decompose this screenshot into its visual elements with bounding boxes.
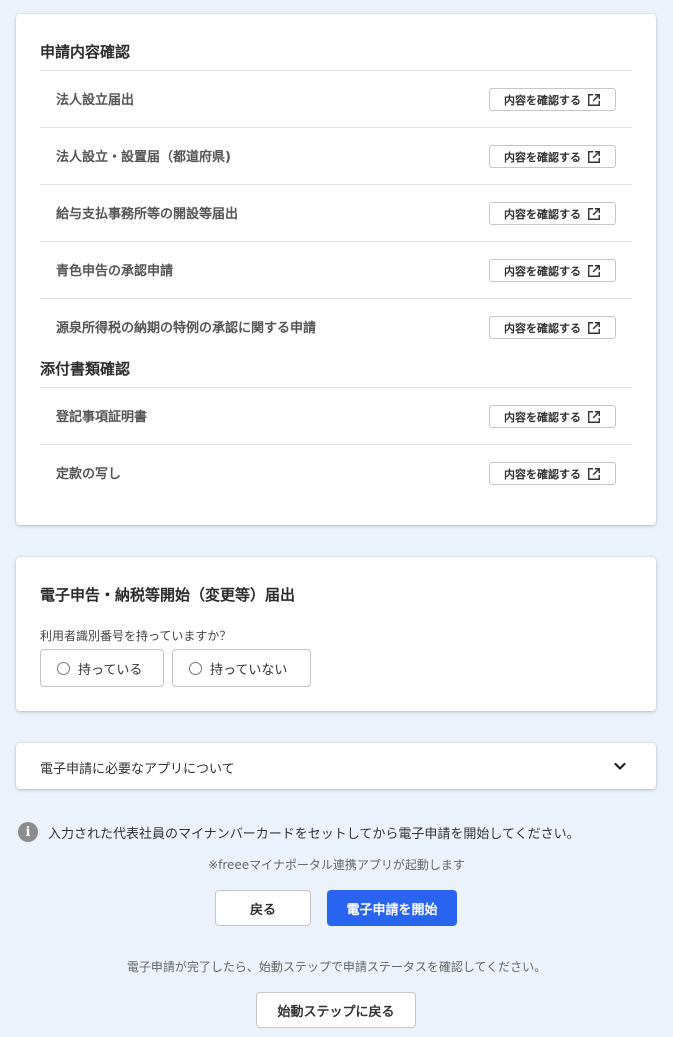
external-link-icon: [588, 321, 600, 334]
attachment-name: 登記事項証明書: [56, 410, 148, 425]
radio-label-no: 持っていない: [210, 662, 288, 678]
external-link-icon: [588, 467, 600, 480]
external-link-icon: [588, 410, 600, 423]
document-name: 給与支払事務所等の開設等届出: [56, 207, 239, 222]
attachment-row: 登記事項証明書 内容を確認する: [40, 387, 632, 444]
info-message-text: 入力された代表社員のマイナンバーカードをセットしてから電子申請を開始してください…: [48, 826, 580, 842]
document-name: 法人設立・設置届（都道府県): [56, 150, 231, 165]
document-row: 法人設立届出 内容を確認する: [40, 70, 632, 127]
radio-has-user-id[interactable]: 持っている: [40, 649, 164, 687]
confirm-button-label: 内容を確認する: [504, 150, 581, 164]
confirm-content-button[interactable]: 内容を確認する: [489, 259, 616, 282]
document-name: 法人設立届出: [56, 93, 135, 108]
e-filing-start-card: 電子申告・納税等開始（変更等）届出 利用者識別番号を持っていますか？ 持っている…: [16, 557, 656, 711]
confirm-content-button[interactable]: 内容を確認する: [489, 405, 616, 428]
attachments-confirm-title: 添付書類確認: [40, 360, 131, 378]
chevron-down-icon: [614, 762, 626, 770]
confirm-content-button[interactable]: 内容を確認する: [489, 462, 616, 485]
document-row: 源泉所得税の納期の特例の承認に関する申請 内容を確認する: [40, 298, 632, 355]
external-link-icon: [588, 150, 600, 163]
document-name: 源泉所得税の納期の特例の承認に関する申請: [56, 321, 317, 336]
confirm-button-label: 内容を確認する: [504, 410, 581, 424]
radio-no-user-id[interactable]: 持っていない: [172, 649, 311, 687]
document-name: 青色申告の承認申請: [56, 264, 174, 279]
info-message: i 入力された代表社員のマイナンバーカードをセットしてから電子申請を開始してくだ…: [18, 822, 580, 842]
confirm-button-label: 内容を確認する: [504, 321, 581, 335]
start-e-filing-button[interactable]: 電子申請を開始: [327, 890, 457, 926]
document-row: 給与支払事務所等の開設等届出 内容を確認する: [40, 184, 632, 241]
confirm-button-label: 内容を確認する: [504, 264, 581, 278]
confirm-content-button[interactable]: 内容を確認する: [489, 202, 616, 225]
confirm-button-label: 内容を確認する: [504, 467, 581, 481]
radio-circle-icon: [57, 661, 70, 675]
confirm-button-label: 内容を確認する: [504, 93, 581, 107]
document-row: 法人設立・設置届（都道府県) 内容を確認する: [40, 127, 632, 184]
radio-label-yes: 持っている: [78, 662, 143, 678]
required-app-accordion[interactable]: 電子申請に必要なアプリについて: [16, 743, 656, 789]
back-button[interactable]: 戻る: [215, 890, 311, 926]
attachment-row: 定款の写し 内容を確認する: [40, 444, 632, 501]
e-filing-start-title: 電子申告・納税等開始（変更等）届出: [40, 586, 296, 604]
radio-circle-icon: [189, 661, 202, 675]
freee-app-note: ※freeeマイナポータル連携アプリが起動します: [208, 858, 465, 872]
user-id-question: 利用者識別番号を持っていますか？: [40, 629, 232, 643]
required-app-title: 電子申請に必要なアプリについて: [40, 762, 235, 777]
confirm-content-button[interactable]: 内容を確認する: [489, 316, 616, 339]
external-link-icon: [588, 93, 600, 106]
confirm-button-label: 内容を確認する: [504, 207, 581, 221]
completion-note: 電子申請が完了したら、始動ステップで申請ステータスを確認してください。: [126, 960, 547, 974]
external-link-icon: [588, 264, 600, 277]
external-link-icon: [588, 207, 600, 220]
application-confirm-title: 申請内容確認: [40, 43, 131, 61]
attachment-name: 定款の写し: [56, 467, 122, 482]
document-row: 青色申告の承認申請 内容を確認する: [40, 241, 632, 298]
application-confirm-card: 申請内容確認 法人設立届出 内容を確認する 法人設立・設置届（都道府県) 内容を…: [16, 14, 656, 525]
return-to-start-step-button[interactable]: 始動ステップに戻る: [256, 992, 416, 1028]
confirm-content-button[interactable]: 内容を確認する: [489, 145, 616, 168]
info-icon: i: [18, 822, 38, 842]
confirm-content-button[interactable]: 内容を確認する: [489, 88, 616, 111]
